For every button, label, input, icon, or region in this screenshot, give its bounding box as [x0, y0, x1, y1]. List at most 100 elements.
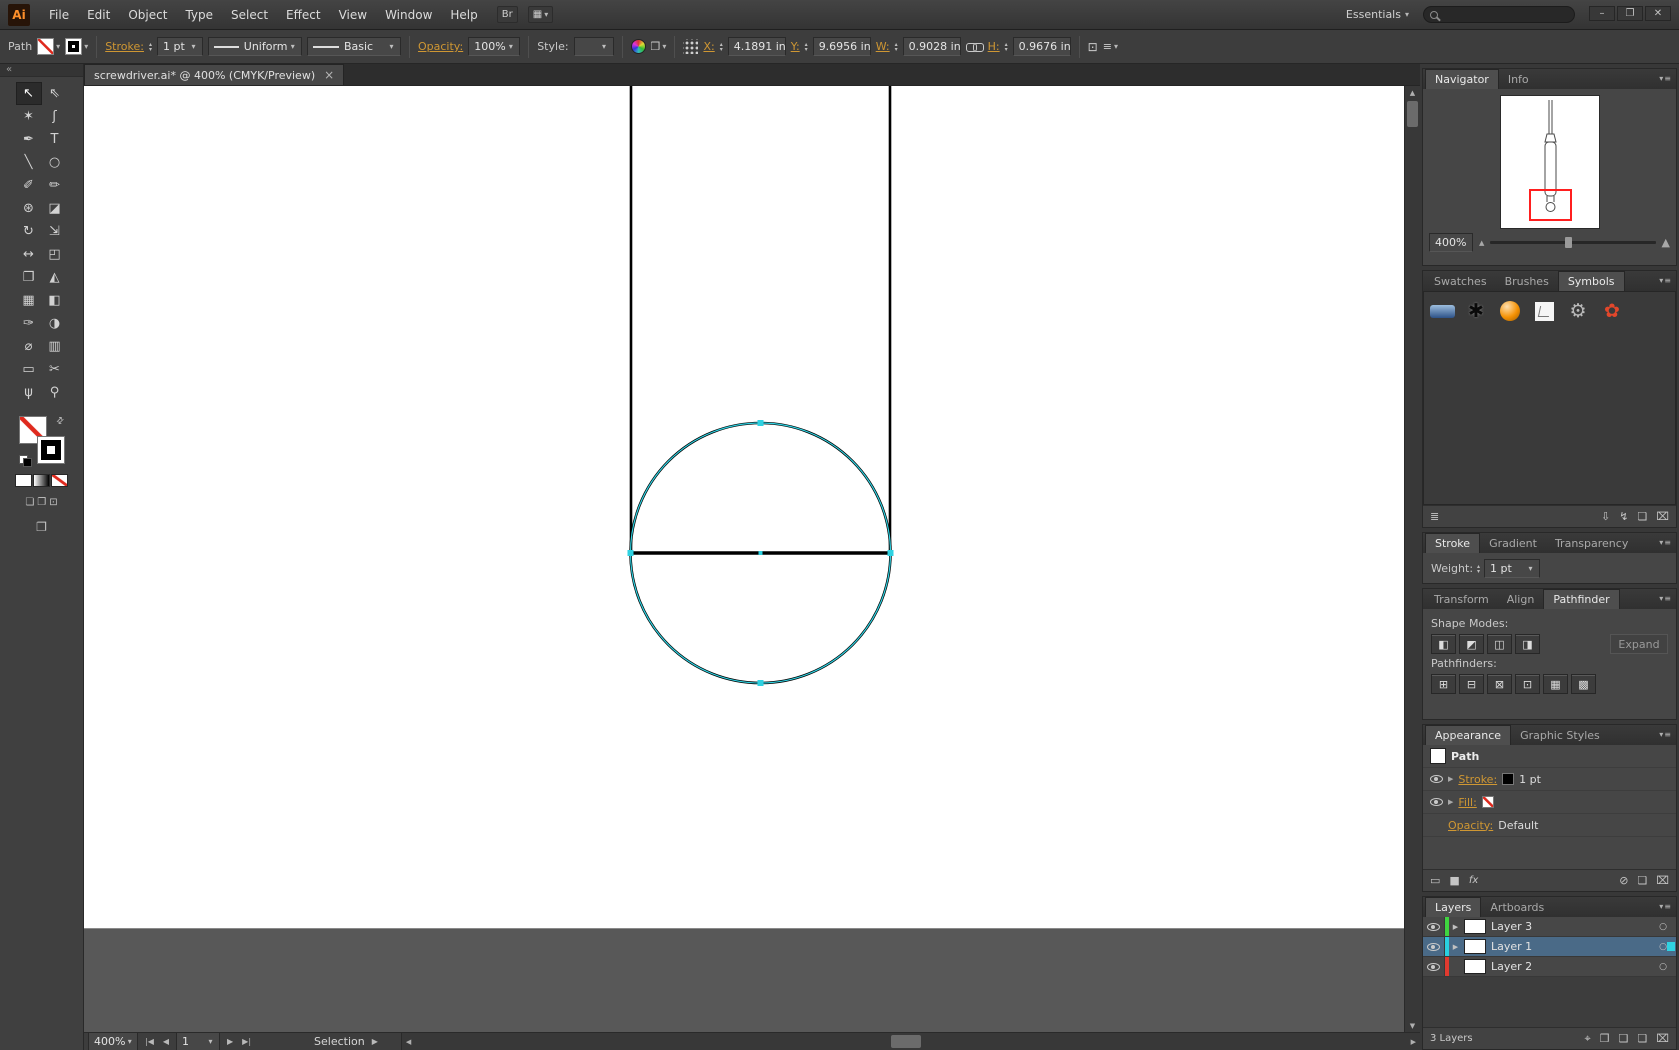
panel-menu-icon[interactable]: ▾≡	[1659, 730, 1672, 739]
new-symbol-icon[interactable]: ❏	[1637, 510, 1647, 523]
visibility-eye-icon[interactable]	[1430, 775, 1443, 783]
symbol-gear[interactable]	[1562, 295, 1594, 327]
close-button[interactable]: ✕	[1645, 6, 1671, 21]
tab-stroke[interactable]: Stroke	[1425, 533, 1480, 553]
weight-field[interactable]: 1 pt▾	[1484, 559, 1540, 578]
new-layer-icon[interactable]: ❏	[1637, 1032, 1647, 1045]
tab-swatches[interactable]: Swatches	[1425, 272, 1496, 291]
close-tab-icon[interactable]: ×	[324, 68, 334, 82]
search-box[interactable]	[1423, 6, 1575, 23]
symbol-blue-banner[interactable]	[1426, 295, 1458, 327]
y-field[interactable]: 9.6956 in	[813, 37, 871, 56]
zoom-slider-thumb[interactable]	[1565, 237, 1572, 248]
free-transform-tool[interactable]: ◰	[42, 243, 68, 266]
color-button[interactable]	[15, 474, 32, 487]
layer-target-icon[interactable]: ○	[1659, 942, 1667, 952]
document-tab[interactable]: screwdriver.ai* @ 400% (CMYK/Preview) ×	[84, 64, 344, 85]
gradient-tool[interactable]: ◧	[42, 289, 68, 312]
weight-stepper[interactable]: ▴▾	[1477, 564, 1480, 574]
pen-tool[interactable]: ✒	[16, 128, 42, 151]
delete-layer-icon[interactable]: ⌧	[1656, 1032, 1669, 1045]
h-field[interactable]: 0.9676 in	[1013, 37, 1071, 56]
selection-center-point[interactable]	[759, 551, 763, 555]
panel-menu-icon[interactable]: ▾≡	[1659, 276, 1672, 285]
layer-name[interactable]: Layer 3	[1491, 920, 1532, 933]
appearance-opacity-link[interactable]: Opacity:	[1448, 819, 1493, 832]
artboard-number-field[interactable]: 1▾	[176, 1032, 220, 1050]
screen-mode-button[interactable]: ❐	[36, 520, 47, 534]
tab-gradient[interactable]: Gradient	[1480, 534, 1546, 553]
draw-inside-button[interactable]: ⊡	[49, 497, 57, 508]
select-similar-objects-button[interactable]: ❒ ▾	[651, 40, 667, 53]
blend-tool[interactable]: ◑	[42, 312, 68, 335]
exclude-button[interactable]: ◨	[1515, 634, 1540, 654]
layer-row-layer1[interactable]: ▶ Layer 1 ○	[1423, 937, 1676, 957]
menu-help[interactable]: Help	[441, 0, 486, 30]
add-new-fill-icon[interactable]: ■	[1449, 874, 1459, 887]
x-stepper[interactable]: ▴▾	[720, 42, 723, 52]
fill-none-swatch[interactable]	[1482, 796, 1494, 808]
tab-symbols[interactable]: Symbols	[1558, 271, 1625, 291]
rotate-tool[interactable]: ↻	[16, 220, 42, 243]
scroll-up-icon[interactable]: ▲	[1410, 86, 1415, 99]
vertical-scrollbar[interactable]: ▲ ▼	[1404, 86, 1420, 1032]
panel-menu-icon[interactable]: ▾≡	[1659, 74, 1672, 83]
isolate-object-icon[interactable]: ⊡	[1088, 40, 1098, 54]
scroll-down-icon[interactable]: ▼	[1410, 1019, 1415, 1032]
layer-thumbnail[interactable]	[1464, 939, 1486, 954]
layer-thumbnail[interactable]	[1464, 919, 1486, 934]
tab-brushes[interactable]: Brushes	[1496, 272, 1558, 291]
h-stepper[interactable]: ▴▾	[1005, 42, 1008, 52]
horizontal-scroll-thumb[interactable]	[891, 1035, 921, 1048]
slice-tool[interactable]: ✂	[42, 358, 68, 381]
lasso-tool[interactable]: ʃ	[42, 105, 68, 128]
hand-tool[interactable]: ψ	[16, 381, 42, 404]
artboard-tool[interactable]: ▭	[16, 358, 42, 381]
menu-window[interactable]: Window	[376, 0, 441, 30]
anchor-point-left[interactable]	[628, 550, 634, 556]
tab-navigator[interactable]: Navigator	[1425, 69, 1499, 89]
delete-item-icon[interactable]: ⌧	[1656, 874, 1669, 887]
add-new-effect-icon[interactable]: fx	[1469, 875, 1478, 886]
align-options-button[interactable]: ≡ ▾	[1103, 40, 1118, 53]
appearance-stroke-row[interactable]: ▶ Stroke: 1 pt	[1423, 768, 1676, 791]
tab-artboards[interactable]: Artboards	[1481, 898, 1553, 917]
next-artboard-button[interactable]: ▶	[225, 1037, 235, 1046]
style-select[interactable]: ▾	[574, 37, 614, 56]
tab-layers[interactable]: Layers	[1425, 897, 1481, 917]
collapse-dock-icon[interactable]: «	[6, 64, 12, 75]
recolor-artwork-icon[interactable]	[631, 39, 646, 54]
workspace-switcher[interactable]: Essentials ▾	[1346, 8, 1409, 21]
mesh-tool[interactable]: ▦	[16, 289, 42, 312]
panel-menu-icon[interactable]: ▾≡	[1659, 902, 1672, 911]
scroll-left-icon[interactable]: ◀	[402, 1035, 415, 1048]
width-tool[interactable]: ↔	[16, 243, 42, 266]
layer-name[interactable]: Layer 1	[1491, 940, 1532, 953]
pencil-tool[interactable]: ✏	[42, 174, 68, 197]
gradient-button[interactable]	[33, 474, 50, 487]
appearance-fill-row[interactable]: ▶ Fill:	[1423, 791, 1676, 814]
symbol-orange-orb[interactable]	[1494, 295, 1526, 327]
layer-name[interactable]: Layer 2	[1491, 960, 1532, 973]
navigator-zoom-field[interactable]: 400%	[1429, 233, 1473, 252]
navigator-preview[interactable]	[1501, 96, 1599, 228]
stroke-color-swatch[interactable]	[1502, 773, 1514, 785]
new-sublayer-icon[interactable]: ❑	[1619, 1032, 1629, 1045]
ellipse-tool[interactable]: ○	[42, 151, 68, 174]
symbol-flower[interactable]	[1596, 295, 1628, 327]
expand-arrow-icon[interactable]: ▶	[1448, 798, 1453, 806]
arrange-documents-button[interactable]: ▦ ▾	[528, 6, 553, 23]
y-stepper[interactable]: ▴▾	[805, 42, 808, 52]
anchor-point-bottom[interactable]	[758, 680, 764, 686]
menu-effect[interactable]: Effect	[277, 0, 330, 30]
shape-builder-tool[interactable]: ❐	[16, 266, 42, 289]
search-input[interactable]	[1443, 9, 1563, 20]
duplicate-item-icon[interactable]: ❏	[1637, 874, 1647, 887]
zoom-level-field[interactable]: 400%▾	[88, 1032, 138, 1050]
scale-tool[interactable]: ⇲	[42, 220, 68, 243]
navigator-zoom-slider[interactable]	[1490, 241, 1655, 244]
w-stepper[interactable]: ▴▾	[895, 42, 898, 52]
constrain-proportions-link-icon[interactable]	[966, 41, 983, 53]
layer-thumbnail[interactable]	[1464, 959, 1486, 974]
stroke-color-control[interactable]: ▾	[65, 38, 88, 55]
